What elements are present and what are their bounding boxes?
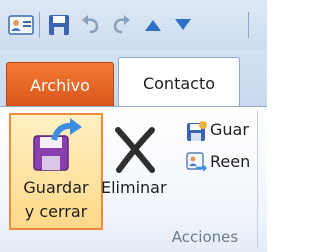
- redo-icon[interactable]: [106, 12, 136, 38]
- delete-icon: [115, 127, 155, 173]
- tab-file-label: Archivo: [30, 75, 90, 95]
- undo-icon[interactable]: [76, 12, 106, 38]
- save-new-icon: [186, 120, 208, 146]
- forward-label: Reen: [210, 152, 251, 171]
- tab-contact-label: Contacto: [142, 73, 216, 93]
- group-separator: [257, 110, 258, 248]
- next-item-icon[interactable]: [168, 12, 198, 38]
- actions-group-label: Acciones: [171, 228, 239, 246]
- save-new-label: Guar: [210, 120, 249, 139]
- quick-access-toolbar: [0, 0, 267, 51]
- save-close-icon: [28, 118, 84, 174]
- tab-file[interactable]: Archivo: [6, 62, 114, 107]
- toolbar-separator: [39, 12, 40, 38]
- delete-button[interactable]: Eliminar: [101, 113, 167, 223]
- previous-item-icon[interactable]: [138, 12, 168, 38]
- save-icon[interactable]: [44, 12, 74, 38]
- tab-contact[interactable]: Contacto: [118, 57, 240, 108]
- toolbar-separator: [248, 12, 249, 38]
- save-close-label-line2: y cerrar: [24, 202, 88, 221]
- forward-button[interactable]: Reen: [186, 150, 267, 174]
- delete-label: Eliminar: [101, 178, 167, 197]
- save-close-label-line1: Guardar: [23, 178, 89, 197]
- forward-contact-icon: [186, 152, 208, 178]
- save-and-new-button[interactable]: Guar: [186, 118, 267, 142]
- contact-card-icon[interactable]: [6, 12, 36, 38]
